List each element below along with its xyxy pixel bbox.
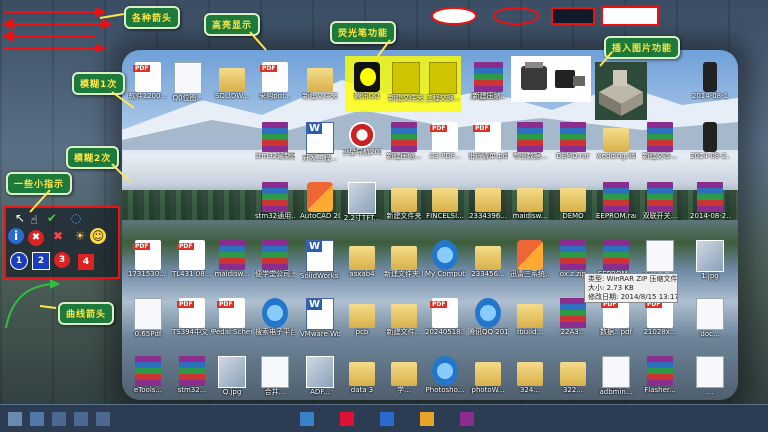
taskbar-app-icon[interactable]	[460, 412, 474, 426]
taskbar-app-icon[interactable]	[380, 412, 394, 426]
taskbar-app-icon[interactable]	[340, 412, 354, 426]
taskbar-app-icon[interactable]	[300, 412, 314, 426]
screenshot-stage: 软件1200...Q0位图...SOLIDW...采购pdf...新建文件夹腾讯…	[0, 0, 768, 432]
taskbar	[0, 404, 768, 432]
taskbar-app-icon[interactable]	[420, 412, 434, 426]
callout-pointer-lines	[29, 31, 613, 213]
taskbar-app-icon[interactable]	[74, 412, 88, 426]
taskbar-app-icon[interactable]	[96, 412, 110, 426]
start-button-icon[interactable]	[8, 412, 22, 426]
taskbar-app-icon[interactable]	[52, 412, 66, 426]
taskbar-app-icon[interactable]	[30, 412, 44, 426]
